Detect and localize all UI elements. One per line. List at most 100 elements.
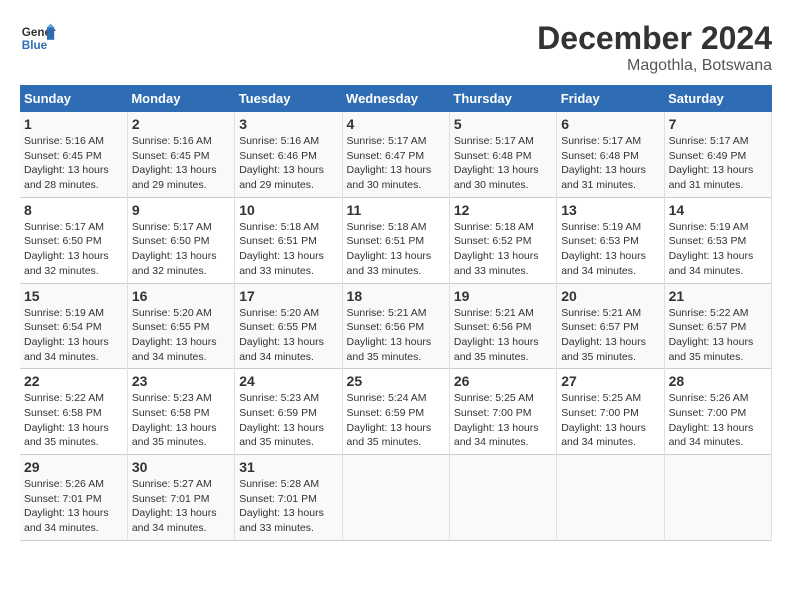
day-info: Sunrise: 5:19 AM Sunset: 6:53 PM Dayligh…	[669, 220, 767, 279]
month-year-title: December 2024	[537, 20, 772, 57]
page-header: General Blue December 2024 Magothla, Bot…	[20, 20, 772, 75]
calendar-cell: 14 Sunrise: 5:19 AM Sunset: 6:53 PM Dayl…	[664, 197, 771, 283]
day-info: Sunrise: 5:18 AM Sunset: 6:51 PM Dayligh…	[239, 220, 337, 279]
day-info: Sunrise: 5:19 AM Sunset: 6:54 PM Dayligh…	[24, 306, 123, 365]
calendar-cell: 28 Sunrise: 5:26 AM Sunset: 7:00 PM Dayl…	[664, 369, 771, 455]
calendar-cell: 30 Sunrise: 5:27 AM Sunset: 7:01 PM Dayl…	[127, 455, 234, 541]
day-number: 14	[669, 202, 767, 218]
day-number: 8	[24, 202, 123, 218]
day-number: 12	[454, 202, 552, 218]
logo-icon: General Blue	[20, 20, 56, 56]
day-header-tuesday: Tuesday	[235, 85, 342, 112]
calendar-cell	[664, 455, 771, 541]
day-info: Sunrise: 5:16 AM Sunset: 6:45 PM Dayligh…	[24, 134, 123, 193]
calendar-cell: 18 Sunrise: 5:21 AM Sunset: 6:56 PM Dayl…	[342, 283, 449, 369]
day-info: Sunrise: 5:21 AM Sunset: 6:56 PM Dayligh…	[454, 306, 552, 365]
calendar-cell: 23 Sunrise: 5:23 AM Sunset: 6:58 PM Dayl…	[127, 369, 234, 455]
calendar-cell: 19 Sunrise: 5:21 AM Sunset: 6:56 PM Dayl…	[449, 283, 556, 369]
day-info: Sunrise: 5:17 AM Sunset: 6:48 PM Dayligh…	[561, 134, 659, 193]
calendar-cell: 8 Sunrise: 5:17 AM Sunset: 6:50 PM Dayli…	[20, 197, 127, 283]
day-number: 3	[239, 116, 337, 132]
day-number: 27	[561, 373, 659, 389]
calendar-cell: 7 Sunrise: 5:17 AM Sunset: 6:49 PM Dayli…	[664, 112, 771, 197]
day-info: Sunrise: 5:18 AM Sunset: 6:52 PM Dayligh…	[454, 220, 552, 279]
day-info: Sunrise: 5:17 AM Sunset: 6:48 PM Dayligh…	[454, 134, 552, 193]
day-info: Sunrise: 5:18 AM Sunset: 6:51 PM Dayligh…	[347, 220, 445, 279]
day-number: 6	[561, 116, 659, 132]
day-number: 26	[454, 373, 552, 389]
day-number: 16	[132, 288, 230, 304]
day-info: Sunrise: 5:17 AM Sunset: 6:50 PM Dayligh…	[24, 220, 123, 279]
day-number: 25	[347, 373, 445, 389]
calendar-week-row: 15 Sunrise: 5:19 AM Sunset: 6:54 PM Dayl…	[20, 283, 772, 369]
calendar-cell: 5 Sunrise: 5:17 AM Sunset: 6:48 PM Dayli…	[449, 112, 556, 197]
calendar-cell: 27 Sunrise: 5:25 AM Sunset: 7:00 PM Dayl…	[557, 369, 664, 455]
calendar-cell: 29 Sunrise: 5:26 AM Sunset: 7:01 PM Dayl…	[20, 455, 127, 541]
day-info: Sunrise: 5:17 AM Sunset: 6:50 PM Dayligh…	[132, 220, 230, 279]
day-info: Sunrise: 5:28 AM Sunset: 7:01 PM Dayligh…	[239, 477, 337, 536]
title-section: December 2024 Magothla, Botswana	[537, 20, 772, 75]
calendar-table: SundayMondayTuesdayWednesdayThursdayFrid…	[20, 85, 772, 541]
calendar-cell: 26 Sunrise: 5:25 AM Sunset: 7:00 PM Dayl…	[449, 369, 556, 455]
day-header-thursday: Thursday	[449, 85, 556, 112]
day-header-monday: Monday	[127, 85, 234, 112]
day-info: Sunrise: 5:21 AM Sunset: 6:56 PM Dayligh…	[347, 306, 445, 365]
day-number: 18	[347, 288, 445, 304]
calendar-cell: 4 Sunrise: 5:17 AM Sunset: 6:47 PM Dayli…	[342, 112, 449, 197]
calendar-week-row: 29 Sunrise: 5:26 AM Sunset: 7:01 PM Dayl…	[20, 455, 772, 541]
day-number: 24	[239, 373, 337, 389]
day-info: Sunrise: 5:25 AM Sunset: 7:00 PM Dayligh…	[454, 391, 552, 450]
calendar-cell: 15 Sunrise: 5:19 AM Sunset: 6:54 PM Dayl…	[20, 283, 127, 369]
day-info: Sunrise: 5:26 AM Sunset: 7:01 PM Dayligh…	[24, 477, 123, 536]
day-number: 7	[669, 116, 767, 132]
calendar-cell: 25 Sunrise: 5:24 AM Sunset: 6:59 PM Dayl…	[342, 369, 449, 455]
calendar-cell: 6 Sunrise: 5:17 AM Sunset: 6:48 PM Dayli…	[557, 112, 664, 197]
calendar-cell: 20 Sunrise: 5:21 AM Sunset: 6:57 PM Dayl…	[557, 283, 664, 369]
day-number: 11	[347, 202, 445, 218]
day-number: 28	[669, 373, 767, 389]
day-info: Sunrise: 5:16 AM Sunset: 6:46 PM Dayligh…	[239, 134, 337, 193]
calendar-cell: 21 Sunrise: 5:22 AM Sunset: 6:57 PM Dayl…	[664, 283, 771, 369]
calendar-cell: 31 Sunrise: 5:28 AM Sunset: 7:01 PM Dayl…	[235, 455, 342, 541]
day-info: Sunrise: 5:22 AM Sunset: 6:57 PM Dayligh…	[669, 306, 767, 365]
day-number: 9	[132, 202, 230, 218]
day-number: 31	[239, 459, 337, 475]
calendar-cell: 1 Sunrise: 5:16 AM Sunset: 6:45 PM Dayli…	[20, 112, 127, 197]
calendar-week-row: 1 Sunrise: 5:16 AM Sunset: 6:45 PM Dayli…	[20, 112, 772, 197]
day-info: Sunrise: 5:25 AM Sunset: 7:00 PM Dayligh…	[561, 391, 659, 450]
day-header-saturday: Saturday	[664, 85, 771, 112]
location-subtitle: Magothla, Botswana	[537, 57, 772, 75]
day-info: Sunrise: 5:26 AM Sunset: 7:00 PM Dayligh…	[669, 391, 767, 450]
calendar-cell: 11 Sunrise: 5:18 AM Sunset: 6:51 PM Dayl…	[342, 197, 449, 283]
calendar-cell: 22 Sunrise: 5:22 AM Sunset: 6:58 PM Dayl…	[20, 369, 127, 455]
calendar-cell: 13 Sunrise: 5:19 AM Sunset: 6:53 PM Dayl…	[557, 197, 664, 283]
calendar-cell: 2 Sunrise: 5:16 AM Sunset: 6:45 PM Dayli…	[127, 112, 234, 197]
day-number: 5	[454, 116, 552, 132]
day-info: Sunrise: 5:20 AM Sunset: 6:55 PM Dayligh…	[132, 306, 230, 365]
logo: General Blue	[20, 20, 56, 56]
day-header-wednesday: Wednesday	[342, 85, 449, 112]
svg-text:Blue: Blue	[22, 39, 48, 52]
day-info: Sunrise: 5:24 AM Sunset: 6:59 PM Dayligh…	[347, 391, 445, 450]
calendar-cell: 3 Sunrise: 5:16 AM Sunset: 6:46 PM Dayli…	[235, 112, 342, 197]
day-info: Sunrise: 5:19 AM Sunset: 6:53 PM Dayligh…	[561, 220, 659, 279]
calendar-cell: 12 Sunrise: 5:18 AM Sunset: 6:52 PM Dayl…	[449, 197, 556, 283]
day-info: Sunrise: 5:23 AM Sunset: 6:58 PM Dayligh…	[132, 391, 230, 450]
calendar-cell: 9 Sunrise: 5:17 AM Sunset: 6:50 PM Dayli…	[127, 197, 234, 283]
day-number: 30	[132, 459, 230, 475]
day-number: 20	[561, 288, 659, 304]
calendar-cell	[342, 455, 449, 541]
calendar-cell: 24 Sunrise: 5:23 AM Sunset: 6:59 PM Dayl…	[235, 369, 342, 455]
day-number: 10	[239, 202, 337, 218]
day-info: Sunrise: 5:21 AM Sunset: 6:57 PM Dayligh…	[561, 306, 659, 365]
calendar-cell: 10 Sunrise: 5:18 AM Sunset: 6:51 PM Dayl…	[235, 197, 342, 283]
calendar-cell: 17 Sunrise: 5:20 AM Sunset: 6:55 PM Dayl…	[235, 283, 342, 369]
day-info: Sunrise: 5:22 AM Sunset: 6:58 PM Dayligh…	[24, 391, 123, 450]
day-number: 23	[132, 373, 230, 389]
day-number: 29	[24, 459, 123, 475]
calendar-cell	[557, 455, 664, 541]
day-number: 22	[24, 373, 123, 389]
calendar-cell	[449, 455, 556, 541]
day-number: 19	[454, 288, 552, 304]
calendar-header-row: SundayMondayTuesdayWednesdayThursdayFrid…	[20, 85, 772, 112]
